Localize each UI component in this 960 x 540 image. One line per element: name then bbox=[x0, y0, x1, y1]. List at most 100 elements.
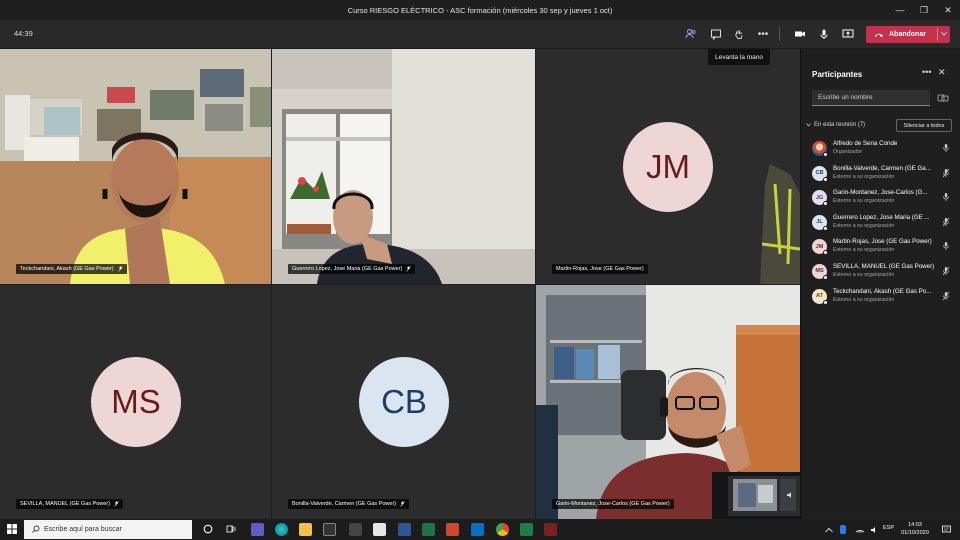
volume-icon[interactable] bbox=[870, 526, 880, 534]
nameplate: Martin-Rojas, Jose (GE Gas Power) bbox=[552, 264, 648, 274]
participant-row[interactable]: JM Martin-Rojas, Jose (GE Gas Power) Exter… bbox=[801, 235, 960, 260]
participant-avatar: CB bbox=[812, 165, 828, 182]
document-icon[interactable] bbox=[373, 523, 386, 536]
taskbar-search-input[interactable]: Escribe aquí para buscar bbox=[24, 520, 192, 539]
maximize-icon[interactable]: ❐ bbox=[912, 0, 936, 20]
notification-icon[interactable] bbox=[942, 525, 951, 534]
word-icon[interactable] bbox=[398, 523, 411, 536]
chevron-down-icon[interactable] bbox=[941, 31, 947, 38]
chevron-up-icon[interactable] bbox=[825, 527, 833, 533]
avatar-tile-sevilla[interactable]: MS SEVILLA, MANUEL (GE Gas Power) bbox=[0, 285, 271, 519]
video-tile-teckchandani[interactable]: Teckchandani, Akash (GE Gas Power) bbox=[0, 49, 271, 284]
mic-off-icon[interactable] bbox=[942, 217, 950, 227]
windows-taskbar: Escribe aquí para buscar ESP 14:03 01/10… bbox=[0, 519, 960, 540]
close-window-icon[interactable]: ✕ bbox=[936, 0, 960, 20]
language-indicator[interactable]: ESP bbox=[883, 525, 894, 531]
chat-icon[interactable] bbox=[706, 25, 726, 43]
window-title: Curso RIESGO ELÉCTRICO - ASC formación (… bbox=[347, 5, 613, 15]
more-options-icon[interactable]: ••• bbox=[922, 67, 931, 77]
section-header[interactable]: En esta reunión (7) bbox=[806, 122, 865, 128]
participant-name: Bonilla-Valverde, Carmen (GE Ga... bbox=[833, 164, 931, 172]
video-tile-guerrero[interactable]: Guerrero Lopez, Jose Maria (GE Gas Power… bbox=[272, 49, 535, 284]
avatar-initials: MS bbox=[111, 383, 161, 420]
avatar-tile-bonilla[interactable]: CB Bonilla-Valverde, Carmen (GE Gas Powe… bbox=[272, 285, 535, 519]
presence-icon bbox=[823, 250, 828, 256]
panel-title: Participantes bbox=[812, 70, 863, 79]
microphone-icon[interactable] bbox=[814, 25, 834, 43]
avatar-circle: MS bbox=[91, 357, 181, 447]
nameplate: Garin-Montanez, Jose-Carlos (GE Gas Powe… bbox=[552, 499, 674, 509]
leave-button[interactable]: Abandonar bbox=[866, 26, 950, 43]
video-feed bbox=[0, 49, 271, 284]
participant-avatar: AT bbox=[812, 288, 828, 305]
file-explorer-icon[interactable] bbox=[299, 523, 312, 536]
participant-name: SEVILLA, MANUEL (GE Gas Power) bbox=[20, 501, 110, 507]
more-options-icon[interactable]: ••• bbox=[753, 25, 773, 43]
mic-off-icon[interactable] bbox=[942, 266, 950, 276]
meeting-timer: 44:39 bbox=[14, 29, 33, 38]
nameplate: Teckchandani, Akash (GE Gas Power) bbox=[16, 264, 127, 274]
windows-start-icon[interactable] bbox=[7, 524, 17, 534]
close-icon[interactable]: ✕ bbox=[938, 67, 946, 78]
leave-divider bbox=[937, 28, 938, 41]
mic-off-icon[interactable] bbox=[942, 291, 950, 301]
chrome-icon[interactable] bbox=[496, 523, 509, 536]
app-icon[interactable] bbox=[544, 523, 557, 536]
store-icon[interactable] bbox=[323, 523, 336, 536]
speaker-icon bbox=[787, 492, 791, 498]
excel-icon[interactable] bbox=[422, 523, 435, 536]
mic-off-icon bbox=[117, 266, 123, 272]
participant-role: Externo a su organización bbox=[833, 198, 895, 205]
network-icon[interactable] bbox=[855, 526, 865, 534]
raise-hand-icon[interactable] bbox=[729, 25, 749, 43]
home-icon[interactable] bbox=[349, 523, 362, 536]
participants-panel: Participantes ••• ✕ Escribe un nombre En… bbox=[800, 49, 960, 519]
excel-window-icon[interactable] bbox=[520, 523, 533, 536]
microphone-icon[interactable] bbox=[942, 241, 950, 251]
teams-icon[interactable] bbox=[251, 523, 264, 536]
title-bar: Curso RIESGO ELÉCTRICO - ASC formación (… bbox=[0, 0, 960, 20]
nameplate: Guerrero Lopez, Jose Maria (GE Gas Power… bbox=[288, 264, 416, 274]
outlook-icon[interactable] bbox=[471, 523, 484, 536]
participant-row[interactable]: JG Garin-Montanez, Jose-Carlos (G... Exter… bbox=[801, 186, 960, 211]
avatar-tile-martin-rojas[interactable]: JM Martin-Rojas, Jose (GE Gas Power) bbox=[536, 49, 800, 284]
participants-icon[interactable] bbox=[681, 25, 701, 43]
camera-icon[interactable] bbox=[790, 25, 810, 43]
minimize-icon[interactable]: — bbox=[888, 0, 912, 20]
participant-row[interactable]: JL Guerrero Lopez, Jose Maria (GE ... Exte… bbox=[801, 211, 960, 236]
share-screen-icon[interactable] bbox=[838, 25, 858, 43]
participant-row[interactable]: CB Bonilla-Valverde, Carmen (GE Ga... Exte… bbox=[801, 162, 960, 187]
presence-icon bbox=[823, 152, 828, 157]
mic-off-icon[interactable] bbox=[942, 168, 950, 178]
microphone-icon[interactable] bbox=[942, 192, 950, 202]
participant-search-input[interactable]: Escribe un nombre bbox=[812, 90, 930, 106]
share-invite-icon[interactable] bbox=[937, 93, 949, 103]
participant-name: Guerrero Lopez, Jose Maria (GE Gas Power… bbox=[292, 266, 403, 272]
participant-name: SEVILLA, MANUEL (GE Gas Power) bbox=[833, 262, 935, 270]
participant-name: Bonilla-Valverde, Carmen (GE Gas Power) bbox=[292, 501, 397, 507]
teams-meeting-window: Curso RIESGO ELÉCTRICO - ASC formación (… bbox=[0, 0, 960, 540]
system-clock[interactable]: 14:03 01/10/2020 bbox=[895, 521, 935, 537]
window-controls: — ❐ ✕ bbox=[888, 0, 960, 20]
participant-initials: MS bbox=[815, 268, 824, 275]
participant-row[interactable]: Alfredo de Sena Conde Organizador bbox=[801, 137, 960, 162]
participant-row[interactable]: MS SEVILLA, MANUEL (GE Gas Power) Externo … bbox=[801, 260, 960, 285]
participant-name: Martin-Rojas, Jose (GE Gas Power) bbox=[833, 238, 932, 246]
participant-initials: JL bbox=[816, 219, 823, 226]
bluetooth-icon[interactable] bbox=[840, 525, 846, 534]
task-view-icon[interactable] bbox=[226, 524, 236, 534]
presence-icon bbox=[823, 201, 828, 207]
cortana-icon[interactable] bbox=[203, 524, 213, 534]
mic-off-icon bbox=[400, 501, 405, 507]
avatar-initials: JM bbox=[646, 148, 690, 185]
avatar-circle: CB bbox=[359, 357, 449, 447]
participant-row[interactable]: AT Teckchandani, Akash (GE Gas Po... Exter… bbox=[801, 285, 960, 310]
mute-all-button[interactable]: Silenciar a todos bbox=[896, 119, 952, 132]
participant-avatar bbox=[812, 141, 828, 157]
participant-role: Externo a su organización bbox=[833, 222, 895, 229]
powerpoint-icon[interactable] bbox=[446, 523, 459, 536]
edge-icon[interactable] bbox=[275, 523, 288, 536]
microphone-icon[interactable] bbox=[942, 143, 950, 153]
video-tile-garin-montanez[interactable]: Garin-Montanez, Jose-Carlos (GE Gas Powe… bbox=[536, 285, 800, 519]
participant-avatar: JM bbox=[812, 239, 828, 256]
